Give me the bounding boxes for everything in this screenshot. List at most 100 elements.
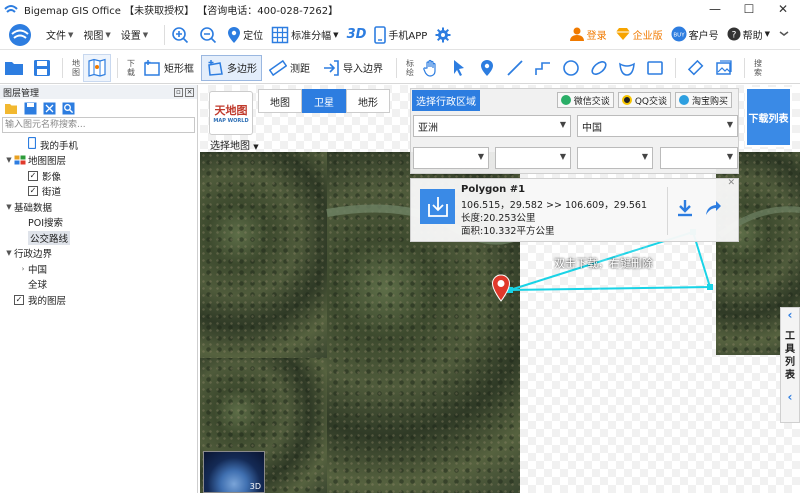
map-type-terrain[interactable]: 地形 bbox=[346, 89, 390, 113]
download-box-icon bbox=[420, 189, 455, 224]
customer-label: 客户号 bbox=[688, 30, 719, 42]
ellipse-tool[interactable] bbox=[585, 54, 613, 82]
image-overlay-tool[interactable] bbox=[710, 54, 738, 82]
line-tool[interactable] bbox=[501, 54, 529, 82]
checkbox[interactable]: ✓ bbox=[28, 170, 38, 181]
arrow-pointer-icon bbox=[454, 59, 464, 76]
chevron-down-icon: ▼ bbox=[105, 30, 111, 39]
tree-item[interactable]: 全球 bbox=[0, 277, 197, 293]
help-icon: ? bbox=[727, 27, 741, 41]
map-canvas[interactable]: 预复网 www.yxfw.com 天地图 MAP WORLD 选择地图 ▼ 地图… bbox=[200, 85, 800, 493]
tree-item[interactable]: ✓ 影像 bbox=[0, 168, 197, 184]
open-layer-button[interactable] bbox=[3, 100, 19, 116]
panel-close-button[interactable]: × bbox=[185, 87, 194, 97]
location-marker-icon[interactable] bbox=[491, 274, 511, 302]
close-icon[interactable]: ✕ bbox=[727, 178, 735, 188]
taobao-buy-button[interactable]: 淘宝购买 bbox=[674, 92, 732, 108]
chevron-down-icon[interactable]: ▼ bbox=[4, 249, 14, 257]
download-icon[interactable] bbox=[676, 199, 694, 217]
tree-item[interactable]: ▼ 地图图层 bbox=[0, 153, 197, 169]
hand-icon bbox=[423, 59, 436, 77]
country-select[interactable]: 中国 ▼ bbox=[577, 115, 738, 137]
rectangle-select-button[interactable]: 矩形框 bbox=[138, 55, 199, 81]
tree-item[interactable]: ✓ 街道 bbox=[0, 184, 197, 200]
diamond-icon bbox=[615, 28, 630, 40]
select-map-dropdown[interactable]: 选择地图 ▼ bbox=[210, 137, 259, 152]
minimize-button[interactable]: — bbox=[698, 0, 732, 18]
import-border-button[interactable]: 导入边界 bbox=[317, 55, 388, 81]
eraser-tool[interactable] bbox=[682, 54, 710, 82]
mobile-app-button[interactable]: 手机APP bbox=[374, 25, 427, 44]
sector-tool[interactable] bbox=[613, 54, 641, 82]
tree-item-label: 基础数据 bbox=[14, 202, 53, 214]
measure-distance-button[interactable]: 测距 bbox=[264, 55, 315, 81]
tianditu-logo[interactable]: 天地图 MAP WORLD bbox=[209, 91, 253, 135]
line-icon bbox=[507, 59, 523, 76]
grid-sheet-button[interactable]: 标准分幅 ▼ bbox=[271, 26, 339, 44]
tree-item[interactable]: ▼ 行政边界 bbox=[0, 246, 197, 262]
town-select[interactable]: ▼ bbox=[660, 147, 738, 169]
enterprise-button[interactable]: 企业版 bbox=[615, 27, 663, 42]
download-list-button[interactable]: 下载列表 bbox=[745, 87, 792, 147]
map-type-satellite[interactable]: 卫星 bbox=[302, 89, 346, 113]
menu-file[interactable]: 文件 ▼ bbox=[46, 27, 73, 43]
menu-view[interactable]: 视图 ▼ bbox=[83, 27, 111, 43]
tree-item[interactable]: POI搜索 bbox=[0, 215, 197, 231]
checkbox[interactable]: ✓ bbox=[14, 294, 24, 305]
zoom-in-button[interactable] bbox=[171, 26, 191, 44]
marker-tool[interactable] bbox=[473, 54, 501, 82]
tool-list-panel[interactable]: ‹ 工具列表 ‹ bbox=[780, 307, 800, 423]
settings-gear-button[interactable] bbox=[435, 27, 453, 43]
polyline-tool[interactable] bbox=[529, 54, 557, 82]
panel-float-button[interactable]: ▫ bbox=[174, 87, 183, 97]
chevron-down-icon[interactable]: ▼ bbox=[4, 203, 14, 211]
chevron-right-icon[interactable]: › bbox=[18, 265, 28, 273]
help-button[interactable]: ? 帮助 ▼ bbox=[727, 27, 770, 42]
rectangle-draw-tool[interactable] bbox=[641, 54, 669, 82]
map-switch-button[interactable] bbox=[83, 53, 111, 82]
close-button[interactable]: ✕ bbox=[766, 0, 800, 18]
bigemap-logo-icon bbox=[9, 23, 31, 46]
continent-select[interactable]: 亚洲 ▼ bbox=[413, 115, 571, 137]
zoom-out-button[interactable] bbox=[199, 26, 219, 44]
vertex-handle[interactable] bbox=[707, 284, 713, 290]
tree-item[interactable]: 公交路线 bbox=[0, 230, 197, 246]
tree-item[interactable]: ✓ 我的图层 bbox=[0, 292, 197, 308]
search-layer-button[interactable] bbox=[60, 100, 76, 116]
login-button[interactable]: 登录 bbox=[569, 26, 607, 42]
polygon-select-button[interactable]: 多边形 bbox=[201, 54, 262, 81]
save-layer-button[interactable] bbox=[22, 100, 38, 116]
maximize-button[interactable]: ☐ bbox=[732, 0, 766, 18]
share-icon[interactable] bbox=[704, 199, 722, 217]
3d-label: 3D bbox=[346, 27, 367, 42]
tree-item-label: POI搜索 bbox=[28, 218, 64, 230]
circle-tool[interactable] bbox=[557, 54, 585, 82]
3d-button[interactable]: 3D bbox=[347, 27, 367, 42]
province-select[interactable]: ▼ bbox=[413, 147, 489, 169]
locate-button[interactable]: 定位 bbox=[227, 26, 263, 44]
menu-settings[interactable]: 设置 ▼ bbox=[121, 27, 148, 43]
checkbox[interactable]: ✓ bbox=[28, 186, 38, 197]
more-options-button[interactable] bbox=[778, 28, 792, 40]
rectangle-select-icon bbox=[144, 59, 160, 76]
wechat-chat-button[interactable]: 微信交谈 bbox=[556, 92, 614, 108]
tree-item[interactable]: ▼ 基础数据 bbox=[0, 199, 197, 215]
tree-item[interactable]: 我的手机 bbox=[0, 137, 197, 153]
customer-button[interactable]: BUY 客户号 bbox=[671, 26, 719, 42]
open-folder-button[interactable] bbox=[0, 54, 28, 82]
tree-item[interactable]: › 中国 bbox=[0, 261, 197, 277]
pan-hand-tool[interactable] bbox=[417, 54, 445, 82]
layer-search-input[interactable]: 输入图元名称搜索... bbox=[2, 117, 195, 133]
region-title: 选择行政区域 bbox=[412, 89, 480, 111]
city-select[interactable]: ▼ bbox=[495, 147, 571, 169]
save-button[interactable] bbox=[28, 54, 56, 82]
polygon-label: 多边形 bbox=[227, 64, 257, 75]
chevron-down-icon[interactable]: ▼ bbox=[4, 156, 14, 164]
district-select[interactable]: ▼ bbox=[577, 147, 653, 169]
pointer-tool[interactable] bbox=[445, 54, 473, 82]
map-type-map[interactable]: 地图 bbox=[258, 89, 302, 113]
expand-layers-button[interactable] bbox=[41, 100, 57, 116]
qq-chat-button[interactable]: QQ交谈 bbox=[617, 92, 671, 108]
ellipse-icon bbox=[591, 60, 607, 75]
globe-minimap[interactable]: 3D bbox=[203, 451, 265, 493]
